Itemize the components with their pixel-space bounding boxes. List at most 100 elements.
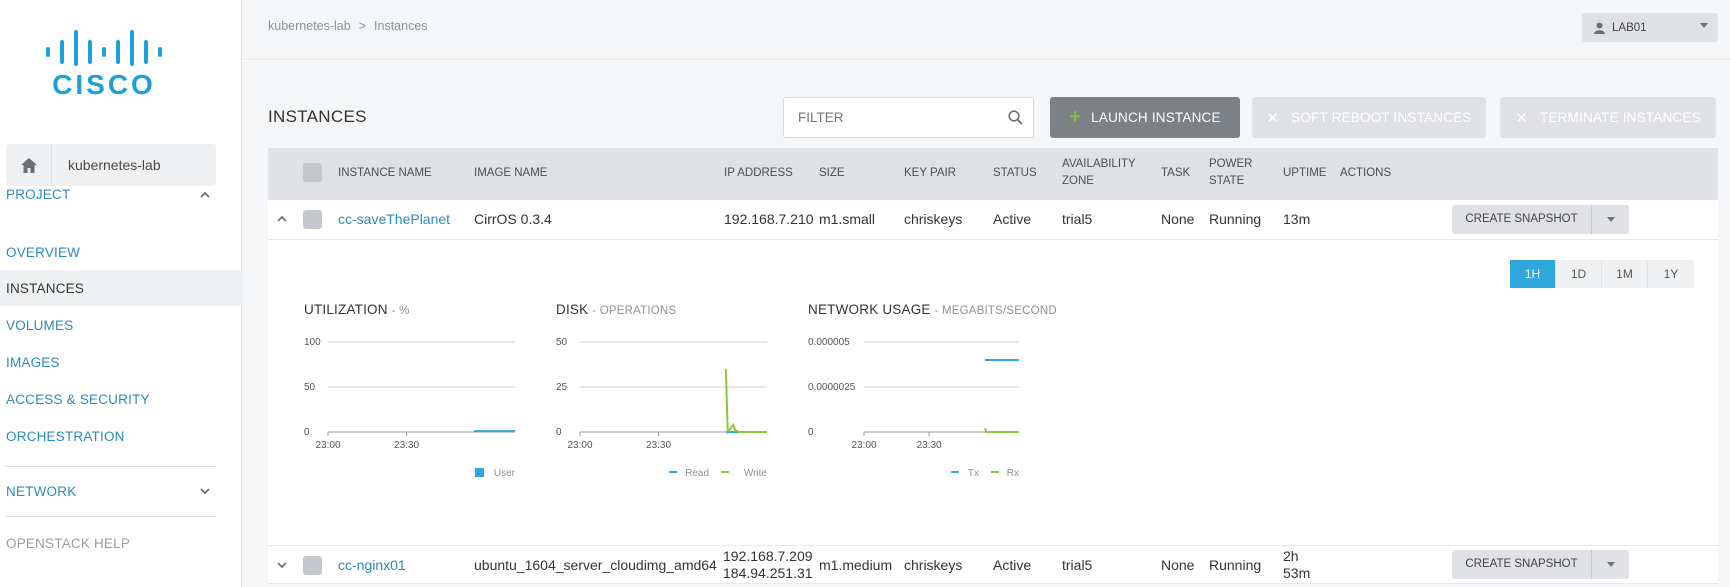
breadcrumb-current: Instances	[374, 19, 428, 33]
image-name: CirrOS 0.3.4	[474, 211, 552, 227]
launch-instance-button[interactable]: + LAUNCH INSTANCE	[1050, 97, 1240, 138]
col-status[interactable]: STATUS	[993, 165, 1037, 182]
soft-reboot-button[interactable]: ✕ SOFT REBOOT INSTANCES	[1252, 97, 1486, 138]
range-1m[interactable]: 1M	[1602, 260, 1648, 288]
power-state: Running	[1209, 557, 1262, 573]
table-row[interactable]: cc-nginx01 ubuntu_1604_server_cloudimg_a…	[268, 546, 1718, 584]
range-1h[interactable]: 1H	[1510, 260, 1556, 288]
legend-swatch	[475, 468, 484, 477]
project-selector[interactable]: kubernetes-lab	[6, 144, 216, 186]
col-key-pair[interactable]: KEY PAIR	[904, 165, 956, 182]
y-tick-label: 0	[304, 427, 310, 438]
create-snapshot-split-button[interactable]: CREATE SNAPSHOT	[1452, 550, 1629, 579]
instance-name-link[interactable]: cc-saveThePlanet	[338, 211, 450, 228]
time-range-selector: 1H 1D 1M 1Y	[1510, 260, 1694, 288]
terminate-label: TERMINATE INSTANCES	[1539, 110, 1701, 125]
range-1y[interactable]: 1Y	[1648, 260, 1694, 288]
ip-address-1: 192.168.7.209	[723, 548, 813, 564]
project-name: kubernetes-lab	[68, 157, 161, 173]
filter-box[interactable]	[783, 97, 1034, 138]
close-icon: ✕	[1266, 109, 1280, 127]
sidebar-divider	[6, 516, 216, 517]
actions-dropdown[interactable]	[1592, 217, 1629, 222]
status: Active	[993, 211, 1032, 227]
sidebar-item-label: VOLUMES	[6, 317, 74, 333]
breadcrumb-project[interactable]: kubernetes-lab	[268, 19, 351, 33]
instance-name-link[interactable]: cc-nginx01	[338, 557, 406, 574]
task: None	[1161, 211, 1195, 227]
col-uptime[interactable]: UPTIME	[1283, 165, 1326, 182]
range-1d[interactable]: 1D	[1556, 260, 1602, 288]
col-power-state[interactable]: POWER STATE	[1209, 156, 1252, 190]
topbar: kubernetes-lab > Instances LAB01	[242, 0, 1730, 60]
chevron-up-icon	[200, 191, 210, 198]
col-actions: ACTIONS	[1340, 167, 1392, 179]
sidebar-divider	[6, 466, 216, 467]
chevron-up-icon[interactable]	[277, 215, 287, 222]
home-button[interactable]	[6, 144, 52, 186]
chart-subtitle: - OPERATIONS	[592, 305, 677, 317]
uptime-line1: 2h	[1283, 548, 1299, 564]
size: m1.medium	[819, 557, 893, 573]
legend-label: Write	[744, 468, 768, 479]
select-all-checkbox[interactable]	[303, 163, 322, 182]
y-tick-label: 100	[304, 337, 321, 348]
x-tick-label: 23:30	[646, 440, 671, 451]
help-label: OPENSTACK HELP	[6, 535, 131, 551]
network-section-label: NETWORK	[6, 483, 77, 499]
project-section-toggle[interactable]: PROJECT	[6, 182, 216, 206]
filter-input[interactable]	[798, 110, 988, 125]
terminate-button[interactable]: ✕ TERMINATE INSTANCES	[1500, 97, 1716, 138]
create-snapshot-split-button[interactable]: CREATE SNAPSHOT	[1452, 205, 1629, 234]
x-tick-label: 23:30	[394, 440, 419, 451]
user-menu-button[interactable]: LAB01	[1582, 13, 1718, 42]
sidebar: CISCO kubernetes-lab PROJECT OVERVIEW IN…	[0, 0, 242, 587]
series-line-rx	[983, 428, 1019, 433]
chart-title-text: UTILIZATION	[304, 302, 388, 317]
create-snapshot-button[interactable]: CREATE SNAPSHOT	[1452, 550, 1592, 579]
col-size[interactable]: SIZE	[819, 165, 845, 182]
chevron-down-icon[interactable]	[277, 562, 287, 569]
image-name: ubuntu_1604_server_cloudimg_amd64	[474, 557, 717, 573]
col-power-state-line1: POWER	[1209, 158, 1253, 170]
table-row[interactable]: cc-saveThePlanet CirrOS 0.3.4 192.168.7.…	[268, 200, 1718, 240]
y-tick-label: 0	[556, 427, 562, 438]
ip-address-2: 184.94.251.31	[723, 565, 813, 581]
chart-subtitle: - %	[391, 305, 410, 317]
disk-chart: DISK - OPERATIONS 50 25 0 23:00 23:30 Write Re…	[556, 302, 796, 492]
row-checkbox[interactable]	[303, 556, 322, 575]
sidebar-item-orchestration[interactable]: ORCHESTRATION	[0, 418, 242, 454]
network-usage-chart: NETWORK USAGE - MEGABITS/SECOND 0.000005…	[808, 302, 1068, 492]
ip-address: 192.168.7.209 184.94.251.31	[723, 548, 813, 582]
sidebar-item-instances[interactable]: INSTANCES	[0, 270, 242, 306]
col-task[interactable]: TASK	[1161, 165, 1190, 182]
openstack-help-link[interactable]: OPENSTACK HELP	[0, 525, 242, 561]
col-image-name[interactable]: IMAGE NAME	[474, 165, 547, 182]
sidebar-item-label: ORCHESTRATION	[6, 428, 125, 444]
sidebar-item-access-security[interactable]: ACCESS & SECURITY	[0, 381, 242, 417]
actions-dropdown[interactable]	[1592, 562, 1629, 567]
home-icon	[20, 157, 37, 173]
x-tick-label: 23:00	[567, 440, 592, 451]
row-checkbox[interactable]	[303, 210, 322, 229]
col-ip-address[interactable]: IP ADDRESS	[724, 165, 793, 182]
chart-title-text: NETWORK USAGE	[808, 302, 931, 317]
close-icon: ✕	[1515, 109, 1528, 127]
sidebar-item-overview[interactable]: OVERVIEW	[0, 234, 242, 270]
network-section-toggle[interactable]: NETWORK	[6, 479, 216, 503]
sidebar-item-images[interactable]: IMAGES	[0, 344, 242, 380]
sidebar-item-volumes[interactable]: VOLUMES	[0, 307, 242, 343]
task: None	[1161, 557, 1195, 573]
disk-plot: 50 25 0 23:00 23:30 Write Read	[556, 337, 768, 479]
chart-title-text: DISK	[556, 302, 589, 317]
caret-down-icon	[1606, 217, 1615, 222]
search-icon[interactable]	[1008, 110, 1023, 125]
chart-title: DISK - OPERATIONS	[556, 302, 796, 317]
create-snapshot-button[interactable]: CREATE SNAPSHOT	[1452, 205, 1592, 234]
col-instance-name[interactable]: INSTANCE NAME	[338, 165, 432, 182]
chevron-down-icon	[200, 487, 210, 494]
legend-label: User	[494, 468, 516, 479]
x-tick-label: 23:00	[315, 440, 340, 451]
col-availability-zone[interactable]: AVAILABILITY ZONE	[1062, 156, 1136, 190]
uptime-line2: 53m	[1283, 565, 1311, 581]
